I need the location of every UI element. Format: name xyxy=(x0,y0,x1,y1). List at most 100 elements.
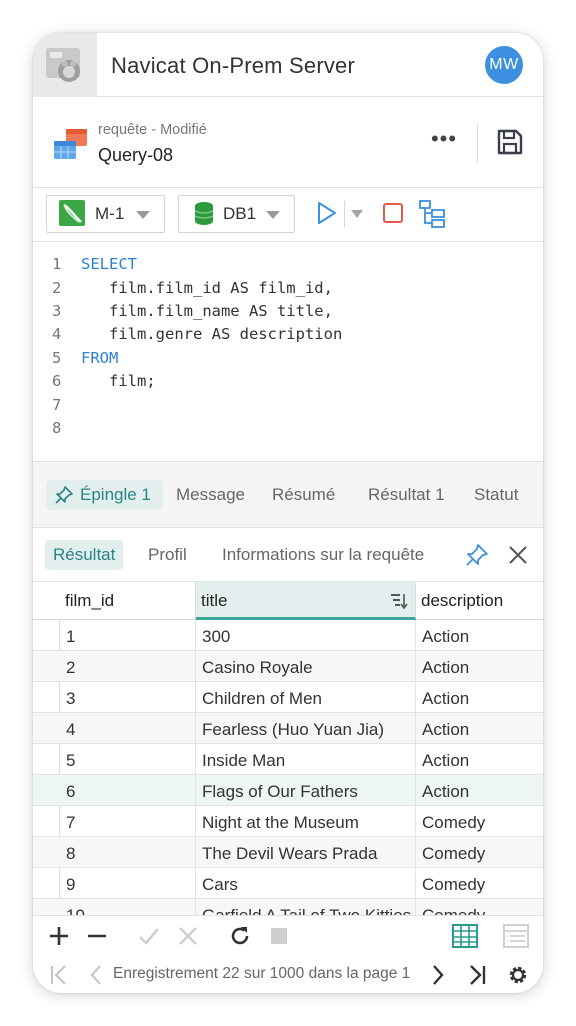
user-avatar[interactable]: MW xyxy=(485,46,523,84)
table-cell[interactable]: Garfield A Tail of Two Kitties xyxy=(196,899,416,915)
table-row[interactable]: 5 Inside Man Action xyxy=(33,744,543,775)
sort-descending-icon xyxy=(391,594,408,610)
table-cell[interactable]: The Devil Wears Prada xyxy=(196,837,416,868)
query-toolbar: M-1 DB1 xyxy=(33,188,543,242)
last-page-icon[interactable] xyxy=(467,964,487,986)
table-cell[interactable]: 2 xyxy=(60,651,196,682)
stop-icon[interactable] xyxy=(382,202,404,224)
first-page-icon[interactable] xyxy=(49,964,69,986)
next-page-icon[interactable] xyxy=(430,964,446,986)
table-cell[interactable]: Comedy xyxy=(416,868,543,899)
table-cell[interactable]: Night at the Museum xyxy=(196,806,416,837)
code-line: 4 film.genre AS description xyxy=(52,325,343,343)
code-line: 7 xyxy=(52,396,62,414)
table-row[interactable]: 3 Children of Men Action xyxy=(33,682,543,713)
table-cell[interactable]: Action xyxy=(416,775,543,806)
top-bar: Navicat On-Prem Server MW xyxy=(33,33,543,97)
more-options-button[interactable]: ••• xyxy=(429,128,459,155)
table-cell[interactable]: 9 xyxy=(60,868,196,899)
table-cell[interactable]: 5 xyxy=(60,744,196,775)
column-header[interactable]: description xyxy=(416,582,543,620)
save-icon[interactable] xyxy=(495,127,525,157)
table-row[interactable]: 9 Cars Comedy xyxy=(33,868,543,899)
refresh-icon[interactable] xyxy=(228,924,252,948)
result-tabs: Épingle 1 Message Résumé Résultat 1 Stat… xyxy=(33,462,543,528)
apply-check-icon[interactable] xyxy=(137,924,161,948)
table-cell[interactable]: Comedy xyxy=(416,806,543,837)
app-title: Navicat On-Prem Server xyxy=(111,53,356,78)
code-line: 2 film.film_id AS film_id, xyxy=(52,279,333,297)
column-header-sorted[interactable]: title xyxy=(196,582,416,620)
table-cell[interactable]: Children of Men xyxy=(196,682,416,713)
table-row[interactable]: 1 300 Action xyxy=(33,620,543,651)
table-row[interactable]: 4 Fearless (Huo Yuan Jia) Action xyxy=(33,713,543,744)
form-view-icon[interactable] xyxy=(502,922,530,950)
table-cell[interactable]: Action xyxy=(416,620,543,651)
query-icon xyxy=(54,129,87,159)
table-cell[interactable]: Action xyxy=(416,651,543,682)
table-cell[interactable]: Inside Man xyxy=(196,744,416,775)
table-row[interactable]: 6 Flags of Our Fathers Action xyxy=(33,775,543,806)
database-select[interactable]: DB1 xyxy=(178,195,295,233)
app-window: Navicat On-Prem Server MW requête - Modi… xyxy=(33,33,543,993)
tab-query-info[interactable]: Informations sur la requête xyxy=(222,540,424,570)
table-cell[interactable]: Comedy xyxy=(416,899,543,915)
table-cell[interactable]: 8 xyxy=(60,837,196,868)
table-cell[interactable]: 300 xyxy=(196,620,416,651)
navicat-logo-icon xyxy=(33,33,97,97)
add-row-icon[interactable] xyxy=(47,924,71,948)
table-cell[interactable]: Comedy xyxy=(416,837,543,868)
code-line: 3 film.film_name AS title, xyxy=(52,302,333,320)
tab-message[interactable]: Message xyxy=(176,480,245,510)
table-cell[interactable]: 3 xyxy=(60,682,196,713)
table-cell[interactable]: 6 xyxy=(60,775,196,806)
pin-icon[interactable] xyxy=(464,542,490,568)
table-cell[interactable]: Action xyxy=(416,713,543,744)
previous-page-icon[interactable] xyxy=(88,964,104,986)
column-header[interactable]: film_id xyxy=(60,582,196,620)
tab-pinned-1[interactable]: Épingle 1 xyxy=(46,480,163,510)
delete-row-icon[interactable] xyxy=(85,924,109,948)
divider xyxy=(344,201,345,227)
tab-status[interactable]: Statut xyxy=(474,480,518,510)
pagination-bar: Enregistrement 22 sur 1000 dans la page … xyxy=(33,955,543,993)
table-cell[interactable]: Fearless (Huo Yuan Jia) xyxy=(196,713,416,744)
tab-result-1[interactable]: Résultat 1 xyxy=(368,480,445,510)
tab-profile[interactable]: Profil xyxy=(148,540,187,570)
mariadb-icon xyxy=(59,200,85,226)
explain-icon[interactable] xyxy=(418,199,446,229)
chevron-down-icon xyxy=(266,211,280,219)
tab-result[interactable]: Résultat xyxy=(45,540,124,570)
table-cell[interactable]: Cars xyxy=(196,868,416,899)
grid-view-icon[interactable] xyxy=(451,922,479,950)
run-icon[interactable] xyxy=(316,200,338,226)
discard-x-icon[interactable] xyxy=(176,924,200,948)
table-cell[interactable]: 4 xyxy=(60,713,196,744)
code-line: 5 FROM xyxy=(52,349,119,367)
table-row[interactable]: 8 The Devil Wears Prada Comedy xyxy=(33,837,543,868)
table-cell[interactable]: Flags of Our Fathers xyxy=(196,775,416,806)
query-header: requête - Modifié Query-08 ••• xyxy=(33,97,543,188)
database-label: DB1 xyxy=(223,204,257,223)
stop-icon[interactable] xyxy=(267,924,291,948)
result-grid[interactable]: film_id title description 1 300 Action 2 Cas… xyxy=(33,582,543,915)
table-cell[interactable]: Casino Royale xyxy=(196,651,416,682)
table-cell[interactable]: Action xyxy=(416,682,543,713)
table-row[interactable]: 7 Night at the Museum Comedy xyxy=(33,806,543,837)
close-icon[interactable] xyxy=(507,544,529,566)
run-options-chevron-icon[interactable] xyxy=(351,210,363,218)
connection-select[interactable]: M-1 xyxy=(46,195,165,233)
table-cell[interactable]: 10 xyxy=(60,899,196,915)
table-row[interactable]: 2 Casino Royale Action xyxy=(33,651,543,682)
sql-editor[interactable]: 1 SELECT 2 film.film_id AS film_id, 3 fil… xyxy=(33,242,543,462)
table-cell[interactable]: Action xyxy=(416,744,543,775)
table-row[interactable]: 10Garfield A Tail of Two KittiesComedy xyxy=(33,899,543,915)
chevron-down-icon xyxy=(136,211,150,219)
database-icon xyxy=(194,202,214,225)
table-cell[interactable]: 7 xyxy=(60,806,196,837)
tab-summary[interactable]: Résumé xyxy=(272,480,335,510)
record-status: Enregistrement 22 sur 1000 dans la page … xyxy=(113,965,411,982)
settings-gear-icon[interactable] xyxy=(507,964,529,986)
table-cell[interactable]: 1 xyxy=(60,620,196,651)
code-line: 8 xyxy=(52,419,62,437)
